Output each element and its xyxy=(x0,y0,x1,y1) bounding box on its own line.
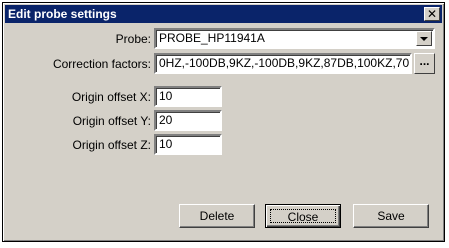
dialog-title: Edit probe settings xyxy=(8,7,117,21)
close-button-label: Close xyxy=(270,209,336,224)
edit-probe-dialog: Edit probe settings ✕ Probe: PROBE_HP119… xyxy=(2,2,445,242)
correction-factors-field[interactable]: 0HZ,-100DB,9KZ,-100DB,9KZ,87DB,100KZ,70 xyxy=(154,53,412,74)
origin-offset-x-value: 10 xyxy=(159,89,173,103)
delete-button[interactable]: Delete xyxy=(179,204,255,228)
origin-offset-y-label: Origin offset Y: xyxy=(72,114,151,128)
close-button[interactable]: Close xyxy=(265,204,341,228)
origin-offset-z-input[interactable]: 10 xyxy=(154,134,222,155)
origin-offset-x-label: Origin offset X: xyxy=(71,90,151,104)
correction-factors-value: 0HZ,-100DB,9KZ,-100DB,9KZ,87DB,100KZ,70 xyxy=(159,56,410,70)
origin-offset-x-input[interactable]: 10 xyxy=(154,86,222,107)
origin-offset-z-label: Origin offset Z: xyxy=(72,138,151,152)
probe-select-value: PROBE_HP11941A xyxy=(159,31,265,45)
save-button[interactable]: Save xyxy=(353,204,429,228)
probe-select[interactable]: PROBE_HP11941A xyxy=(154,28,435,49)
correction-factors-label: Correction factors: xyxy=(52,57,151,71)
browse-button[interactable]: ... xyxy=(414,53,435,74)
chevron-down-icon[interactable] xyxy=(416,31,432,46)
probe-label: Probe: xyxy=(115,32,151,46)
title-bar[interactable]: Edit probe settings ✕ xyxy=(5,5,442,23)
origin-offset-z-value: 10 xyxy=(159,137,173,151)
origin-offset-y-value: 20 xyxy=(159,113,173,127)
close-icon[interactable]: ✕ xyxy=(424,7,440,21)
origin-offset-y-input[interactable]: 20 xyxy=(154,110,222,131)
